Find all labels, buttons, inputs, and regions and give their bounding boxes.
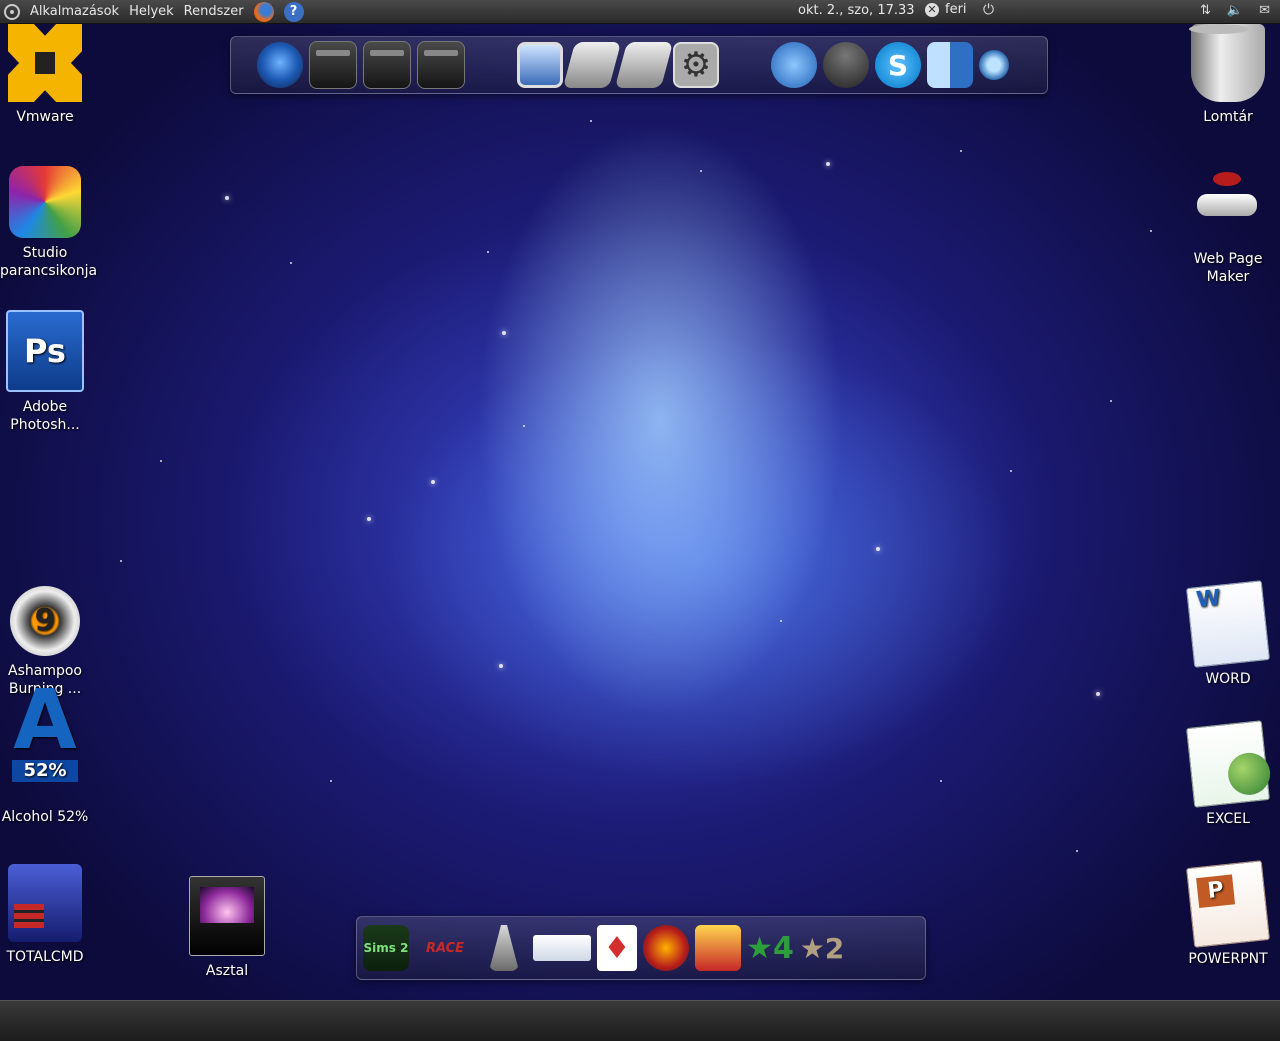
folder-icon[interactable]	[309, 41, 357, 89]
top-dock	[230, 36, 1048, 94]
bottom-dock	[356, 916, 926, 980]
menu-applications[interactable]: Alkalmazások	[30, 4, 119, 19]
desktop-icon-excel[interactable]: EXCEL	[1183, 720, 1273, 828]
desktop-icon-trash[interactable]: Lomtár	[1183, 24, 1273, 126]
desktop-icon-label: Vmware	[16, 109, 74, 125]
vmware-icon	[8, 24, 82, 102]
desktop-icon-studio[interactable]: Studio parancsikonja	[0, 166, 98, 280]
desktop-icon-asztal[interactable]: Asztal	[182, 864, 272, 980]
desktop-icon-label: Studio parancsikonja	[0, 245, 98, 279]
user-switcher[interactable]: ✕ feri	[925, 2, 967, 17]
tower-icon[interactable]	[489, 925, 519, 971]
desktop-icon-label: Asztal	[205, 963, 249, 979]
pictures-folder-icon[interactable]	[363, 41, 411, 89]
firefox-icon[interactable]	[253, 1, 274, 22]
powerpoint-icon	[1186, 860, 1270, 948]
power-icon[interactable]: ⏻	[983, 2, 994, 18]
desktop-icon-label: POWERPNT	[1188, 951, 1268, 967]
desktop-icon-label: Alcohol 52%	[1, 809, 89, 825]
web-page-maker-icon	[1191, 166, 1265, 244]
browser-icon[interactable]	[771, 42, 817, 88]
star-2-icon[interactable]	[799, 925, 845, 971]
desktop-icon-label: TOTALCMD	[6, 949, 84, 965]
desktop-icon-label: Lomtár	[1203, 109, 1253, 125]
word-icon	[1186, 580, 1270, 668]
desktop-icon-label: EXCEL	[1206, 811, 1250, 827]
desktop-icon-photoshop[interactable]: Adobe Photosh...	[0, 310, 90, 434]
bottom-panel[interactable]	[0, 1000, 1280, 1041]
network-icon[interactable]: ⇅	[1200, 3, 1211, 18]
menu-system[interactable]: Rendszer	[184, 4, 244, 19]
cards-icon[interactable]	[597, 925, 637, 971]
alcohol-icon	[8, 712, 82, 802]
help-icon[interactable]: ?	[283, 1, 304, 22]
user-status-icon: ✕	[925, 2, 939, 17]
ubuntu-logo-icon[interactable]	[4, 3, 20, 20]
trash-icon	[1189, 24, 1265, 102]
main-menu: Alkalmazások Helyek Rendszer ?	[0, 1, 304, 22]
desktop-icon-powerpoint[interactable]: POWERPNT	[1183, 860, 1273, 968]
rollercoaster-2-icon[interactable]	[695, 925, 741, 971]
ashampoo-icon	[10, 586, 80, 656]
desktop-icon-label: Adobe Photosh...	[10, 399, 80, 433]
studio-icon	[9, 166, 81, 238]
hard-disk-icon[interactable]	[562, 42, 622, 88]
desktop-icon-alcohol[interactable]: Alcohol 52%	[0, 712, 90, 826]
totalcmd-icon	[8, 864, 82, 942]
photoshop-icon	[6, 310, 84, 392]
desktop-icon-label: WORD	[1205, 671, 1251, 687]
mail-icon[interactable]: ✉	[1259, 3, 1270, 18]
settings-icon[interactable]	[673, 42, 719, 88]
rollercoaster-icon[interactable]	[643, 925, 689, 971]
top-panel: Alkalmazások Helyek Rendszer ? okt. 2., …	[0, 0, 1280, 24]
menu-places[interactable]: Helyek	[129, 4, 174, 19]
desktop-icon-word[interactable]: WORD	[1183, 580, 1273, 688]
system-tray: ⇅ 🔈 ✉	[1200, 3, 1270, 18]
desktop-folder-icon	[189, 876, 265, 956]
sims-2-icon[interactable]	[363, 925, 409, 971]
skype-icon[interactable]	[875, 42, 921, 88]
finder-icon[interactable]	[927, 42, 973, 88]
messenger-icon[interactable]	[823, 42, 869, 88]
clock[interactable]: okt. 2., szo, 17.33	[798, 3, 915, 18]
excel-icon	[1186, 720, 1270, 808]
monitor-icon[interactable]	[517, 42, 563, 88]
saw-icon[interactable]	[979, 50, 1009, 80]
globe-icon[interactable]	[257, 42, 303, 88]
drive-icon[interactable]	[614, 42, 674, 88]
desktop-icon-web-page-maker[interactable]: Web Page Maker	[1183, 166, 1273, 286]
volume-icon[interactable]: 🔈	[1227, 3, 1243, 18]
desktop-icon-totalcmd[interactable]: TOTALCMD	[0, 864, 90, 966]
truck-icon[interactable]	[533, 935, 591, 961]
gta-4-icon[interactable]	[747, 925, 793, 971]
videos-folder-icon[interactable]	[417, 41, 465, 89]
user-name: feri	[945, 2, 967, 17]
desktop-icon-label: Web Page Maker	[1193, 251, 1263, 285]
race-icon[interactable]	[415, 925, 475, 971]
desktop-icon-vmware[interactable]: Vmware	[0, 24, 90, 126]
